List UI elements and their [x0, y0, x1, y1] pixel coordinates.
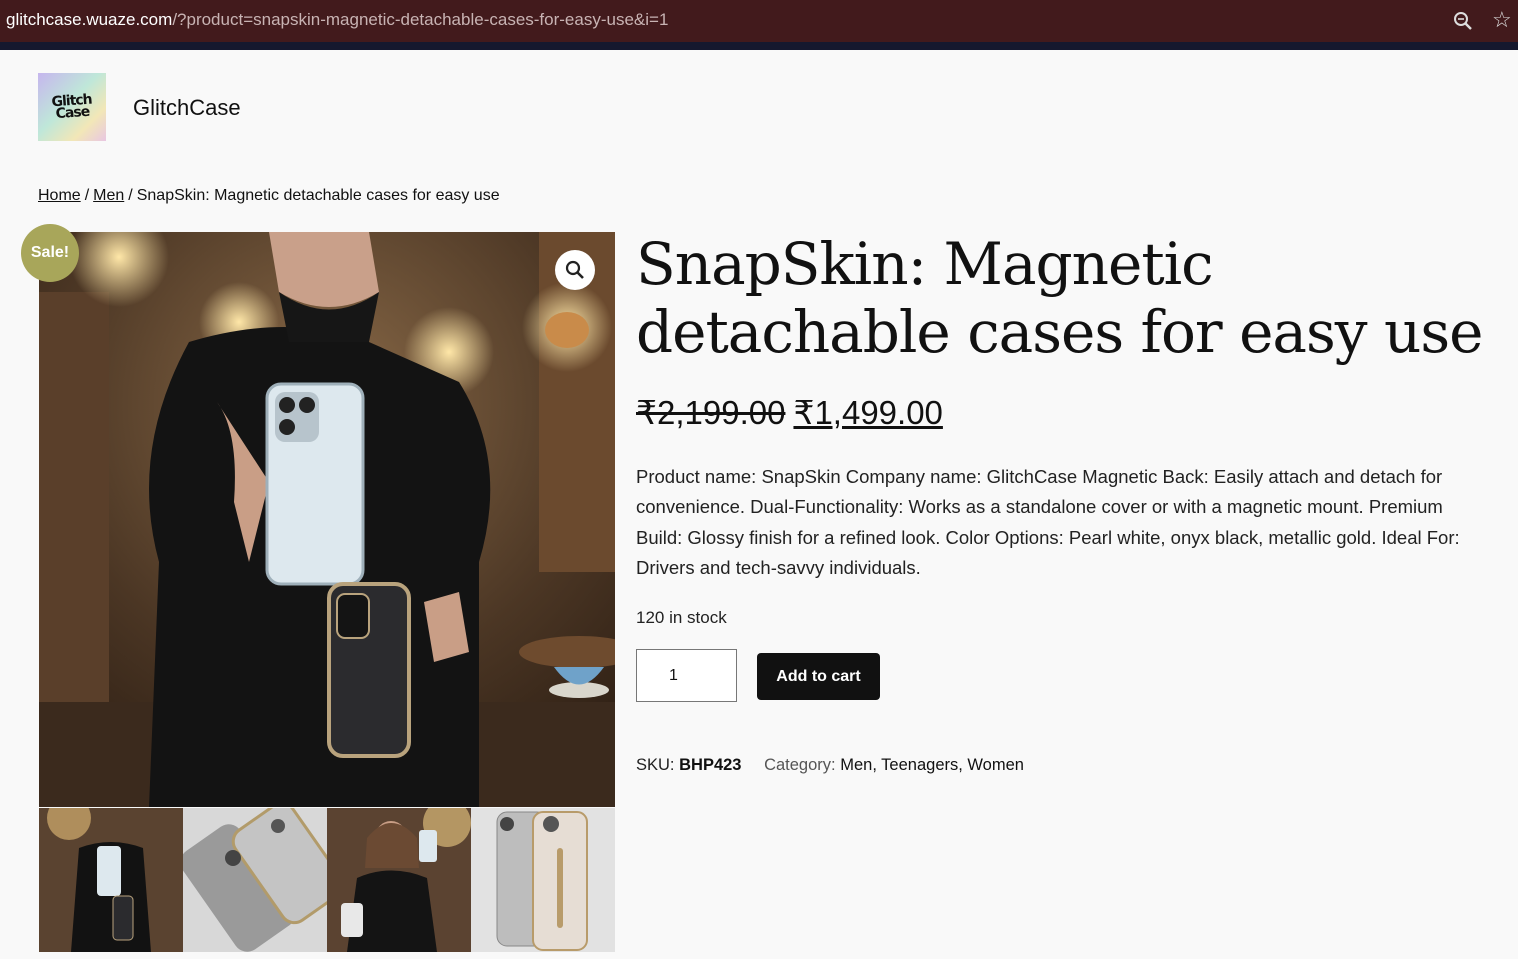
breadcrumb-men-link[interactable]: Men [93, 187, 124, 204]
logo-text: Glitch Case [51, 91, 93, 123]
breadcrumb-separator: / [84, 187, 90, 204]
top-divider [0, 42, 1518, 50]
stock-status: 120 in stock [636, 608, 727, 627]
sku-value: BHP423 [679, 756, 742, 774]
thumbnail-1[interactable] [39, 808, 183, 952]
breadcrumb: Home / Men / SnapSkin: Magnetic detachable c… [38, 187, 500, 205]
thumbnail-3[interactable] [327, 808, 471, 952]
thumbnail-photo [327, 808, 471, 952]
original-price: ₹2,199.00 [636, 394, 786, 431]
site-logo[interactable]: Glitch Case [38, 73, 106, 141]
site-title[interactable]: GlitchCase [133, 95, 241, 121]
sku-label: SKU: [636, 756, 675, 774]
product-photo-illustration [39, 232, 615, 807]
product-description: Product name: SnapSkin Company name: Gli… [636, 466, 1460, 578]
breadcrumb-separator: / [128, 187, 133, 204]
thumbnail-photo [39, 808, 183, 952]
zoom-icon[interactable] [1452, 10, 1474, 32]
browser-address-bar[interactable]: glitchcase.wuaze.com/?product=snapskin-m… [0, 0, 1518, 42]
magnify-icon [565, 260, 584, 279]
breadcrumb-current: SnapSkin: Magnetic detachable cases for … [136, 187, 500, 204]
thumbnail-strip [39, 808, 615, 952]
sale-badge: Sale! [21, 224, 79, 282]
thumbnail-photo [183, 808, 327, 952]
quantity-input[interactable] [636, 649, 737, 702]
url-path: /?product=snapskin-magnetic-detachable-c… [172, 10, 669, 29]
url-host: glitchcase.wuaze.com [6, 10, 173, 29]
sale-price: ₹1,499.00 [793, 394, 943, 431]
category-links[interactable]: Men, Teenagers, Women [840, 756, 1024, 774]
category-label: Category: [764, 756, 836, 774]
product-meta: SKU: BHP423 Category: Men, Teenagers, Wo… [636, 756, 1024, 775]
thumbnail-2[interactable] [183, 808, 327, 952]
url-text[interactable]: glitchcase.wuaze.com/?product=snapskin-m… [6, 10, 668, 30]
add-to-cart-button[interactable]: Add to cart [757, 653, 880, 700]
breadcrumb-home-link[interactable]: Home [38, 187, 81, 204]
zoom-image-button[interactable] [555, 250, 595, 290]
thumbnail-4[interactable] [471, 808, 615, 952]
thumbnail-photo [471, 808, 615, 952]
product-main-image[interactable] [39, 232, 615, 807]
bookmark-star-icon[interactable]: ☆ [1492, 9, 1512, 31]
product-price: ₹2,199.00 ₹1,499.00 [636, 393, 943, 432]
product-title: SnapSkin: Magnetic detachable cases for … [636, 230, 1483, 366]
